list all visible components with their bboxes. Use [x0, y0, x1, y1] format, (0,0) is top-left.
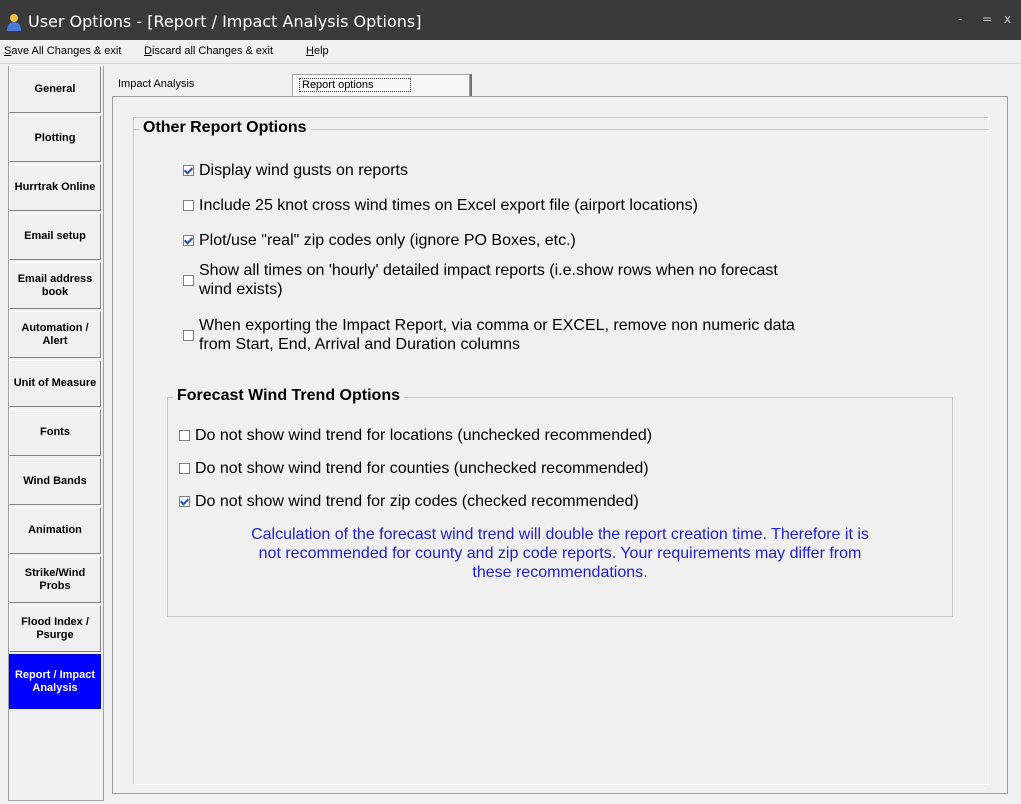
- menu-save-all-exit[interactable]: Save All Changes & exit: [4, 45, 121, 57]
- close-button[interactable]: x: [1004, 12, 1011, 26]
- tab-impact-analysis[interactable]: Impact Analysis: [112, 74, 292, 96]
- report-options-panel: Other Report Options Display wind gusts …: [112, 96, 1008, 794]
- option-cross-wind-times[interactable]: Include 25 knot cross wind times on Exce…: [183, 196, 698, 215]
- sidebar-item-report-impact-analysis[interactable]: Report / Impact Analysis: [9, 654, 101, 709]
- option-label: Do not show wind trend for locations (un…: [195, 427, 653, 444]
- options-window: User Options - [Report / Impact Analysis…: [0, 0, 1021, 804]
- user-icon: [7, 14, 21, 31]
- sidebar-item-label: Flood Index / Psurge: [21, 615, 89, 641]
- title-bar: User Options - [Report / Impact Analysis…: [0, 0, 1021, 40]
- option-label: Display wind gusts on reports: [199, 162, 408, 179]
- menu-help[interactable]: Help: [306, 45, 329, 57]
- tab-report-options[interactable]: Report options: [292, 74, 470, 96]
- option-label-line: Show all times on 'hourly' detailed impa…: [199, 262, 778, 279]
- checkbox[interactable]: [179, 430, 190, 441]
- option-display-wind-gusts[interactable]: Display wind gusts on reports: [183, 161, 408, 180]
- option-show-all-hourly-times[interactable]: Show all times on 'hourly' detailed impa…: [183, 261, 778, 299]
- sidebar-item-email-setup[interactable]: Email setup: [9, 213, 101, 260]
- option-label-line: from Start, End, Arrival and Duration co…: [199, 336, 521, 353]
- sidebar-item-plotting[interactable]: Plotting: [9, 115, 101, 162]
- sidebar-item-strike-wind-probs[interactable]: Strike/Wind Probs: [9, 556, 101, 603]
- sidebar-item-wind-bands[interactable]: Wind Bands: [9, 458, 101, 505]
- sidebar-item-hurrtrak-online[interactable]: Hurrtrak Online: [9, 164, 101, 211]
- option-label: Plot/use "real" zip codes only (ignore P…: [199, 232, 576, 249]
- checkbox[interactable]: [183, 200, 194, 211]
- checkbox[interactable]: [183, 275, 194, 286]
- sidebar-item-automation-alert[interactable]: Automation / Alert: [9, 311, 101, 358]
- sidebar-item-label: Unit of Measure: [13, 377, 97, 389]
- note-line: these recommendations.: [472, 564, 648, 581]
- sidebar-item-flood-index-psurge[interactable]: Flood Index / Psurge: [9, 605, 101, 652]
- note-line: Calculation of the forecast wind trend w…: [251, 526, 869, 543]
- menu-discard-all-exit[interactable]: Discard all Changes & exit: [144, 45, 273, 57]
- option-no-trend-zip-codes[interactable]: Do not show wind trend for zip codes (ch…: [179, 492, 639, 511]
- window-title: User Options - [Report / Impact Analysis…: [28, 12, 422, 31]
- sidebar-item-fonts[interactable]: Fonts: [9, 409, 101, 456]
- minimize-button[interactable]: -: [958, 12, 962, 26]
- wind-trend-note: Calculation of the forecast wind trend w…: [167, 525, 953, 582]
- option-label-line: wind exists): [199, 281, 283, 298]
- checkbox[interactable]: [179, 496, 190, 507]
- option-remove-non-numeric[interactable]: When exporting the Impact Report, via co…: [183, 316, 795, 354]
- option-no-trend-counties[interactable]: Do not show wind trend for counties (unc…: [179, 459, 649, 478]
- sidebar-item-label: Strike/Wind Probs: [24, 566, 86, 592]
- forecast-wind-trend-title: Forecast Wind Trend Options: [173, 387, 404, 405]
- sidebar-item-label: Email address book: [17, 272, 93, 298]
- option-label: Include 25 knot cross wind times on Exce…: [199, 197, 698, 214]
- sidebar-item-animation[interactable]: Animation: [9, 507, 101, 554]
- menu-bar: Save All Changes & exit Discard all Chan…: [0, 41, 1021, 64]
- sidebar: General Plotting Hurrtrak Online Email s…: [8, 66, 104, 801]
- other-report-options-title: Other Report Options: [139, 119, 311, 137]
- option-label-line: When exporting the Impact Report, via co…: [199, 317, 795, 334]
- checkbox[interactable]: [179, 463, 190, 474]
- sidebar-item-label: Hurrtrak Online: [14, 181, 96, 193]
- option-no-trend-locations[interactable]: Do not show wind trend for locations (un…: [179, 426, 652, 445]
- sidebar-item-email-address-book[interactable]: Email address book: [9, 262, 101, 309]
- maximize-button[interactable]: =: [982, 12, 992, 26]
- checkbox[interactable]: [183, 235, 194, 246]
- checkbox[interactable]: [183, 330, 194, 341]
- sidebar-item-general[interactable]: General: [9, 66, 101, 113]
- sidebar-item-unit-of-measure[interactable]: Unit of Measure: [9, 360, 101, 407]
- option-label: Show all times on 'hourly' detailed impa…: [199, 261, 778, 299]
- option-real-zip-codes[interactable]: Plot/use "real" zip codes only (ignore P…: [183, 231, 576, 250]
- sidebar-item-label: Report / Impact Analysis: [14, 668, 96, 694]
- note-line: not recommended for county and zip code …: [258, 545, 862, 562]
- option-label: When exporting the Impact Report, via co…: [199, 316, 795, 354]
- tab-label: Impact Analysis: [118, 78, 195, 90]
- option-label: Do not show wind trend for counties (unc…: [195, 460, 649, 477]
- checkbox[interactable]: [183, 165, 194, 176]
- tab-label: Report options: [299, 78, 411, 92]
- sidebar-item-label: Automation / Alert: [21, 321, 89, 347]
- option-label: Do not show wind trend for zip codes (ch…: [195, 493, 639, 510]
- content-area: Impact Analysis Report options Other Rep…: [104, 68, 1014, 800]
